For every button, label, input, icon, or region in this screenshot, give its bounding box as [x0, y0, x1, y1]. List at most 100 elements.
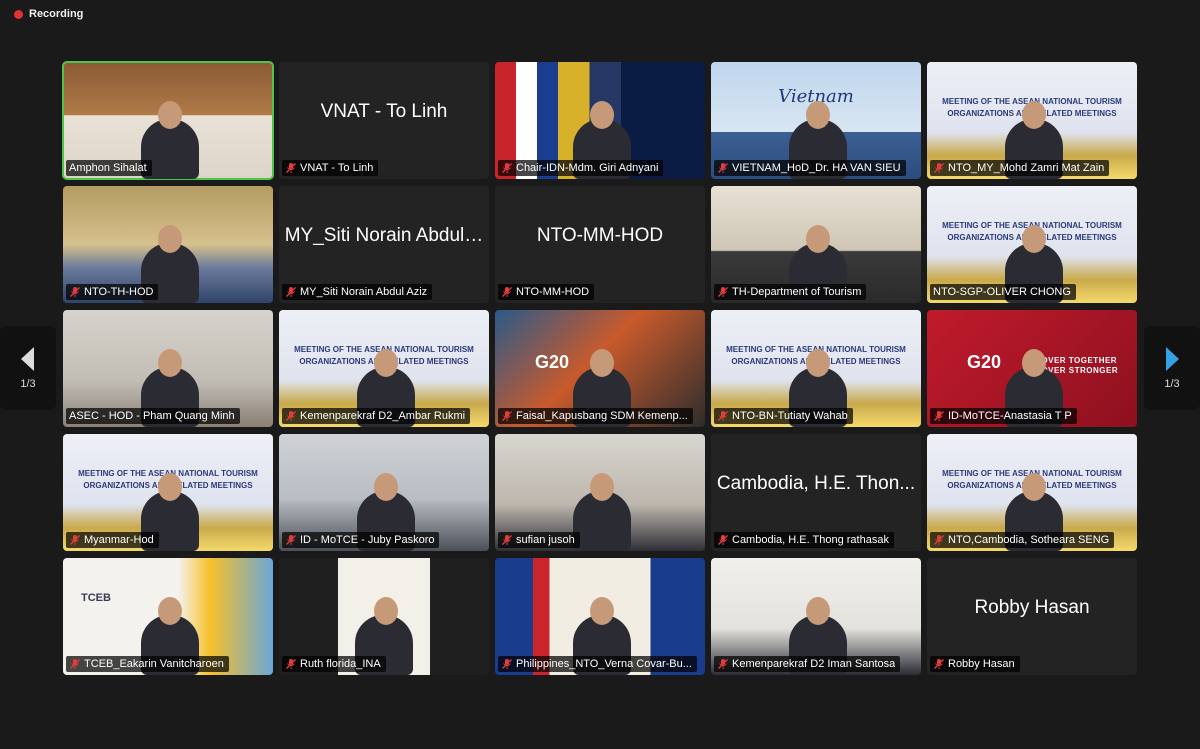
participant-name-label: ASEC - HOD - Pham Quang Minh: [69, 410, 235, 422]
participant-tile[interactable]: TCEB TCEB_Eakarin Vanitcharoen: [63, 558, 273, 675]
microphone-muted-icon: [285, 162, 297, 174]
participant-name-label: Myanmar-Hod: [84, 534, 154, 546]
participant-name-label: VNAT - To Linh: [300, 162, 374, 174]
microphone-muted-icon: [69, 286, 81, 298]
microphone-muted-icon: [717, 410, 729, 422]
participant-head: [374, 349, 398, 377]
participant-name-label: TCEB_Eakarin Vanitcharoen: [84, 658, 224, 670]
participant-name-tag: NTO-BN-Tutiaty Wahab: [714, 408, 853, 424]
participant-head: [1022, 101, 1046, 129]
participant-head: [590, 101, 614, 129]
participant-head: [374, 597, 398, 625]
participant-tile[interactable]: NTO-TH-HOD: [63, 186, 273, 303]
participant-tile[interactable]: Ruth florida_INA: [279, 558, 489, 675]
participant-display-name: MY_Siti Norain Abdul…: [285, 224, 483, 246]
participant-name-tag: Ruth florida_INA: [282, 656, 386, 672]
participant-display-name: Robby Hasan: [974, 596, 1090, 618]
recording-indicator: Recording: [14, 8, 83, 20]
participant-name-label: MY_Siti Norain Abdul Aziz: [300, 286, 428, 298]
participant-head: [158, 101, 182, 129]
participant-tile[interactable]: Robby Hasan Robby Hasan: [927, 558, 1137, 675]
participant-name-label: NTO,Cambodia, Sotheara SENG: [948, 534, 1110, 546]
participant-tile[interactable]: MEETING OF THE ASEAN NATIONAL TOURISM OR…: [927, 186, 1137, 303]
page-indicator-left: 1/3: [20, 378, 36, 390]
participant-name-tag: Chair-IDN-Mdm. Giri Adnyani: [498, 160, 664, 176]
participant-head: [590, 349, 614, 377]
participant-head: [1022, 225, 1046, 253]
participant-name-tag: TCEB_Eakarin Vanitcharoen: [66, 656, 229, 672]
participant-name-tag: Philippines_NTO_Verna Covar-Bu...: [498, 656, 697, 672]
microphone-muted-icon: [933, 658, 945, 670]
participant-tile[interactable]: TH-Department of Tourism: [711, 186, 921, 303]
next-page-button[interactable]: 1/3: [1144, 326, 1200, 410]
participant-name-tag: Kemenparekraf D2 Iman Santosa: [714, 656, 901, 672]
participant-head: [590, 473, 614, 501]
participant-name-label: Amphon Sihalat: [69, 162, 147, 174]
participant-tile[interactable]: Vietnam VIETNAM_HoD_Dr. HA VAN SIEU: [711, 62, 921, 179]
participant-tile[interactable]: G20 RECOVER TOGETHER RECOVER STRONGER ID-M…: [927, 310, 1137, 427]
participant-head: [374, 473, 398, 501]
participant-name-label: Kemenparekraf D2_Ambar Rukmi: [300, 410, 466, 422]
participant-tile[interactable]: ID - MoTCE - Juby Paskoro: [279, 434, 489, 551]
participant-tile[interactable]: MY_Siti Norain Abdul… MY_Siti Norain Abdu…: [279, 186, 489, 303]
tceb-logo-text: TCEB: [81, 592, 111, 604]
recording-label: Recording: [29, 8, 84, 20]
participant-tile[interactable]: G20 Faisal_Kapusbang SDM Kemenp...: [495, 310, 705, 427]
participant-name-tag: ID-MoTCE-Anastasia T P: [930, 408, 1077, 424]
participant-name-tag: VNAT - To Linh: [282, 160, 379, 176]
participant-name-tag: ASEC - HOD - Pham Quang Minh: [66, 408, 240, 424]
participant-tile[interactable]: Chair-IDN-Mdm. Giri Adnyani: [495, 62, 705, 179]
participant-name-tag: sufian jusoh: [498, 532, 580, 548]
participant-name-label: NTO-TH-HOD: [84, 286, 154, 298]
participant-name-tag: Cambodia, H.E. Thong rathasak: [714, 532, 894, 548]
participant-name-tag: Myanmar-Hod: [66, 532, 159, 548]
participant-tile[interactable]: sufian jusoh: [495, 434, 705, 551]
participant-tile[interactable]: MEETING OF THE ASEAN NATIONAL TOURISM OR…: [63, 434, 273, 551]
participant-tile[interactable]: MEETING OF THE ASEAN NATIONAL TOURISM OR…: [711, 310, 921, 427]
microphone-muted-icon: [69, 534, 81, 546]
microphone-muted-icon: [501, 534, 513, 546]
participant-name-label: NTO_MY_Mohd Zamri Mat Zain: [948, 162, 1105, 174]
microphone-muted-icon: [285, 534, 297, 546]
participant-head: [590, 597, 614, 625]
participant-tile[interactable]: VNAT - To Linh VNAT - To Linh: [279, 62, 489, 179]
participant-name-label: Ruth florida_INA: [300, 658, 381, 670]
participant-name-label: ID-MoTCE-Anastasia T P: [948, 410, 1072, 422]
page-indicator-right: 1/3: [1164, 378, 1180, 390]
participant-tile[interactable]: Philippines_NTO_Verna Covar-Bu...: [495, 558, 705, 675]
participant-display-name: NTO-MM-HOD: [536, 224, 664, 246]
participant-tile[interactable]: MEETING OF THE ASEAN NATIONAL TOURISM OR…: [927, 434, 1137, 551]
participant-head: [158, 473, 182, 501]
microphone-muted-icon: [501, 410, 513, 422]
microphone-muted-icon: [717, 534, 729, 546]
participant-tile[interactable]: Cambodia, H.E. Thon... Cambodia, H.E. Tho…: [711, 434, 921, 551]
microphone-muted-icon: [933, 410, 945, 422]
microphone-muted-icon: [285, 658, 297, 670]
microphone-muted-icon: [69, 658, 81, 670]
participant-head: [806, 349, 830, 377]
g20-logo-text: G20: [535, 352, 570, 372]
previous-page-button[interactable]: 1/3: [0, 326, 56, 410]
participant-name-label: TH-Department of Tourism: [732, 286, 862, 298]
participant-name-label: VIETNAM_HoD_Dr. HA VAN SIEU: [732, 162, 901, 174]
participant-name-tag: MY_Siti Norain Abdul Aziz: [282, 284, 433, 300]
chevron-left-icon: [21, 347, 34, 371]
participant-name-label: NTO-SGP-OLIVER CHONG: [933, 286, 1071, 298]
participant-head: [806, 101, 830, 129]
participant-tile[interactable]: ASEC - HOD - Pham Quang Minh: [63, 310, 273, 427]
chevron-right-icon: [1166, 347, 1179, 371]
participant-name-tag: NTO_MY_Mohd Zamri Mat Zain: [930, 160, 1110, 176]
participant-tile[interactable]: Amphon Sihalat: [62, 61, 274, 180]
participant-tile[interactable]: NTO-MM-HOD NTO-MM-HOD: [495, 186, 705, 303]
participant-name-tag: TH-Department of Tourism: [714, 284, 867, 300]
microphone-muted-icon: [933, 534, 945, 546]
participant-tile[interactable]: Kemenparekraf D2 Iman Santosa: [711, 558, 921, 675]
participant-tile[interactable]: MEETING OF THE ASEAN NATIONAL TOURISM OR…: [279, 310, 489, 427]
participant-name-tag: Kemenparekraf D2_Ambar Rukmi: [282, 408, 471, 424]
participant-head: [158, 225, 182, 253]
participant-name-tag: NTO-SGP-OLIVER CHONG: [930, 284, 1076, 300]
g20-logo-text: G20: [967, 352, 1002, 372]
participant-name-label: Chair-IDN-Mdm. Giri Adnyani: [516, 162, 659, 174]
microphone-muted-icon: [717, 286, 729, 298]
participant-tile[interactable]: MEETING OF THE ASEAN NATIONAL TOURISM OR…: [927, 62, 1137, 179]
